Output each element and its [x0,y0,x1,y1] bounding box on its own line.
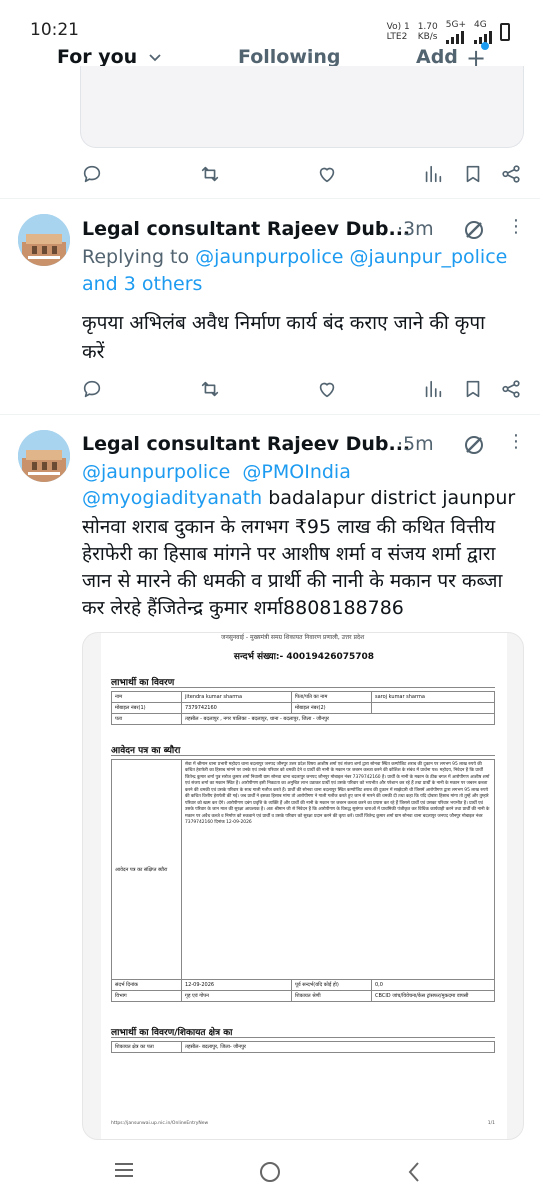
reply-icon[interactable] [80,162,104,186]
tweet2-text-line2: करें [82,341,105,363]
grok-icon[interactable] [462,218,486,242]
replying-line: Replying to @jaunpurpolice @jaunpur_poli… [82,246,507,268]
mention-link[interactable]: @myogiadityanath [82,487,262,509]
like-icon[interactable] [315,377,339,401]
net2-label: 4G [474,20,487,30]
tweet1-media[interactable] [80,66,524,148]
doc-value: saroj kumar sharma [371,691,495,703]
like-icon[interactable] [315,162,339,186]
tab-for-you[interactable]: For you [57,46,162,68]
doc-value: CBCID जांच/विवेचना/केस ट्रांसफर/मुकदमा व… [371,990,495,1002]
doc-value [371,702,495,714]
reply-icon[interactable] [80,377,104,401]
status-indicators: Vo) 1 LTE2 1.70 KB/s 5G+ 4G [387,20,510,44]
doc-label: शिकायत क्षेत्र का पता [111,1041,182,1053]
doc-label: मोबाइल नंबर(1) [111,702,182,714]
net1-label: 5G+ [445,20,466,30]
back-icon[interactable] [405,1160,423,1184]
bookmark-icon[interactable] [461,377,485,401]
beneficiary-table: नाम jitendra kumar sharma पिता/पति का ना… [111,691,495,725]
menu-icon[interactable] [113,1160,135,1180]
tweet3-line3: सोनवा शराब दुकान के लगभग ₹95 लाख की कथित… [82,516,496,538]
volte-label: Vo) 1 [386,22,410,32]
tweet2-author[interactable]: Legal consultant Rajeev Dub... [82,218,410,240]
tweet3-image[interactable]: जनसुनवाई - मुख्यमंत्री समग्र शिकायत निवा… [82,632,524,1140]
tweet1-actions [80,162,530,188]
doc-label: पिता/पति का नाम [291,691,372,703]
mention-link[interactable]: @jaunpurpolice [82,461,230,483]
doc-label: संदर्भ दिनांक [111,979,182,991]
doc-value: 12-09-2026 [181,979,292,991]
more-icon[interactable]: ⋮ [507,431,525,452]
doc-page-number: 1/1 [487,1121,495,1126]
system-nav-bar [0,1142,540,1200]
more-icon[interactable]: ⋮ [507,216,525,237]
divider [0,414,540,415]
doc-label: पूर्व सन्दर्भ(यदि कोई हो) [291,979,372,991]
doc-value: तहसील- बदलापुर, जिला- जौनपुर [181,1041,495,1053]
tweet3-line2-text: badalapur district jaunpur [262,487,516,509]
tweet2-text-line1: कृपया अभिलंब अवैध निर्माण कार्य बंद कराए… [82,312,486,334]
mention-link[interactable]: @jaunpur_police [350,246,508,268]
tweet3-age: ·5m [397,433,434,455]
retweet-icon[interactable] [198,162,222,186]
replying-prefix: Replying to [82,246,190,268]
tweet3-author[interactable]: Legal consultant Rajeev Dub... [82,433,410,455]
complaint-document: जनसुनवाई - मुख्यमंत्री समग्र शिकायत निवा… [101,633,507,1139]
grok-icon[interactable] [462,433,486,457]
notification-dot [481,42,489,50]
doc-top-line: जनसुनवाई - मुख्यमंत्री समग्र शिकायत निवा… [221,634,365,641]
speed-unit: KB/s [417,32,438,42]
tweet2-age: ·3m [397,218,434,240]
application-table: आवेदन पत्र का संक्षिप्त ब्यौरा सेवा में … [111,759,495,1002]
tweet3-line6: कर लेरहे हैंजितेन्द्र कुमार शर्मा8808188… [82,597,404,619]
tab-add[interactable]: Add [416,46,458,68]
bookmark-icon[interactable] [461,162,485,186]
speed-value: 1.70 [417,22,438,32]
doc-application-text: सेवा में श्रीमान थाना प्रभारी महोदय थाना… [181,759,495,980]
area-table: शिकायत क्षेत्र का पता तहसील- बदलापुर, जि… [111,1041,495,1053]
tweet3-line4: हेराफेरी का हिसाब मांगने पर आशीष शर्मा व… [82,543,496,565]
mention-link[interactable]: @PMOIndia [242,461,350,483]
doc-value: गृह एवं गोपन [181,990,292,1002]
retweet-icon[interactable] [198,377,222,401]
mentions-line: @jaunpurpolice @PMOIndia [82,461,351,483]
views-icon[interactable] [421,162,445,186]
doc-footer-url: https://jansunwai.up.nic.in/OnlineEntryN… [111,1121,209,1126]
mention-link[interactable]: @jaunpurpolice [195,246,343,268]
home-circle-icon[interactable] [258,1160,282,1184]
doc-label: पता [111,713,182,725]
doc-value: 0,0 [371,979,495,991]
doc-label: नाम [111,691,182,703]
doc-value: तहसील - बदलापुर , नगर पालिका - बदलापुर, … [181,713,495,725]
status-time: 10:21 [30,20,79,40]
tweet2-actions [80,377,530,403]
avatar[interactable] [18,214,70,266]
doc-value: jitendra kumar sharma [181,691,292,703]
doc-label: शिकायत श्रेणी [291,990,372,1002]
doc-label: विभाग [111,990,182,1002]
share-icon[interactable] [499,377,523,401]
lte-label: LTE2 [386,32,408,42]
views-icon[interactable] [421,377,445,401]
battery-icon [500,23,510,41]
tweet3-line5: जान से मारने की धमकी व प्रार्थी की नानी … [82,570,503,592]
doc-value: 7379742160 [181,702,292,714]
divider [0,198,540,199]
doc-label: मोबाइल नंबर(2) [291,702,372,714]
status-bar: 10:21 Vo) 1 LTE2 1.70 KB/s 5G+ 4G [0,0,540,44]
share-icon[interactable] [499,162,523,186]
tweet3-line2: @myogiadityanath badalapur district jaun… [82,487,515,509]
tab-following[interactable]: Following [238,46,341,68]
avatar[interactable] [18,430,70,482]
doc-label: आवेदन पत्र का संक्षिप्त ब्यौरा [111,759,182,980]
and-others-link[interactable]: and 3 others [82,273,202,295]
signal-icon [445,30,466,44]
doc-reference: सन्दर्भ संख्या:- 40019426075708 [233,652,375,662]
chevron-down-icon [149,54,161,62]
